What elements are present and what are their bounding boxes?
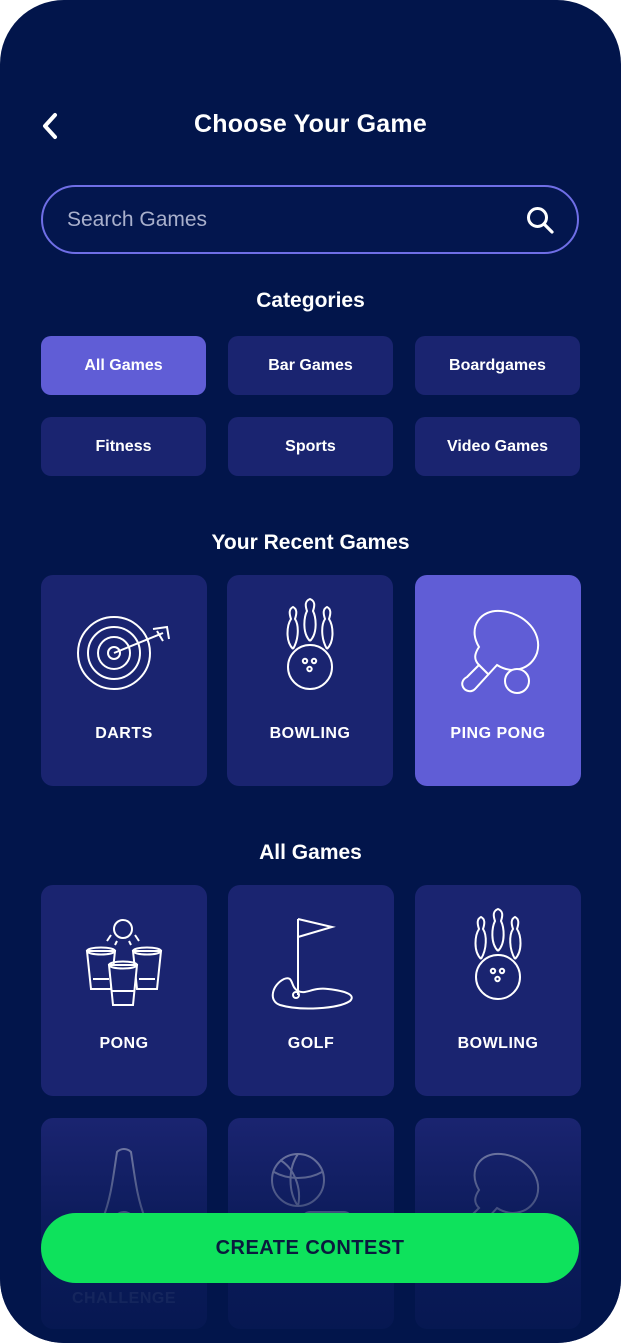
- category-boardgames[interactable]: Boardgames: [415, 336, 580, 395]
- game-card-pong[interactable]: PONG: [41, 885, 207, 1096]
- game-card-bowling[interactable]: BOWLING: [227, 575, 393, 786]
- game-card-bowling[interactable]: BOWLING: [415, 885, 581, 1096]
- golf-flag-icon: [271, 918, 353, 1010]
- game-label: GOLF: [287, 1035, 335, 1052]
- dartboard-icon: [77, 616, 170, 690]
- category-bar-games[interactable]: Bar Games: [228, 336, 393, 395]
- all-games-heading: All Games: [259, 841, 362, 864]
- search-input[interactable]: [67, 187, 507, 252]
- game-card-golf[interactable]: GOLF: [228, 885, 394, 1096]
- ping-pong-paddle-icon: [461, 609, 540, 694]
- recent-games-heading: Your Recent Games: [211, 531, 410, 554]
- game-label: PONG: [99, 1035, 149, 1052]
- game-label: PING PONG: [450, 725, 546, 742]
- category-sports[interactable]: Sports: [228, 417, 393, 476]
- category-video-games[interactable]: Video Games: [415, 417, 580, 476]
- game-label: DARTS: [95, 725, 153, 742]
- beer-pong-cups-icon: [85, 919, 163, 1006]
- app-screen: Choose Your Game Categories All Games Ba…: [0, 0, 621, 1343]
- game-label: BOWLING: [457, 1035, 539, 1052]
- category-fitness[interactable]: Fitness: [41, 417, 206, 476]
- bowling-icon: [286, 597, 334, 690]
- search-button[interactable]: [525, 205, 555, 235]
- page-title: Choose Your Game: [194, 110, 427, 138]
- search-icon: [527, 207, 554, 234]
- category-all-games[interactable]: All Games: [41, 336, 206, 395]
- game-card-ping-pong[interactable]: PING PONG: [415, 575, 581, 786]
- create-contest-button[interactable]: CREATE CONTEST: [41, 1213, 579, 1283]
- categories-heading: Categories: [256, 289, 365, 312]
- game-card-darts[interactable]: DARTS: [41, 575, 207, 786]
- bowling-icon: [474, 907, 522, 1000]
- game-label: BOWLING: [269, 725, 351, 742]
- game-label: CHALLENGE: [71, 1290, 177, 1307]
- search-bar: [41, 185, 579, 254]
